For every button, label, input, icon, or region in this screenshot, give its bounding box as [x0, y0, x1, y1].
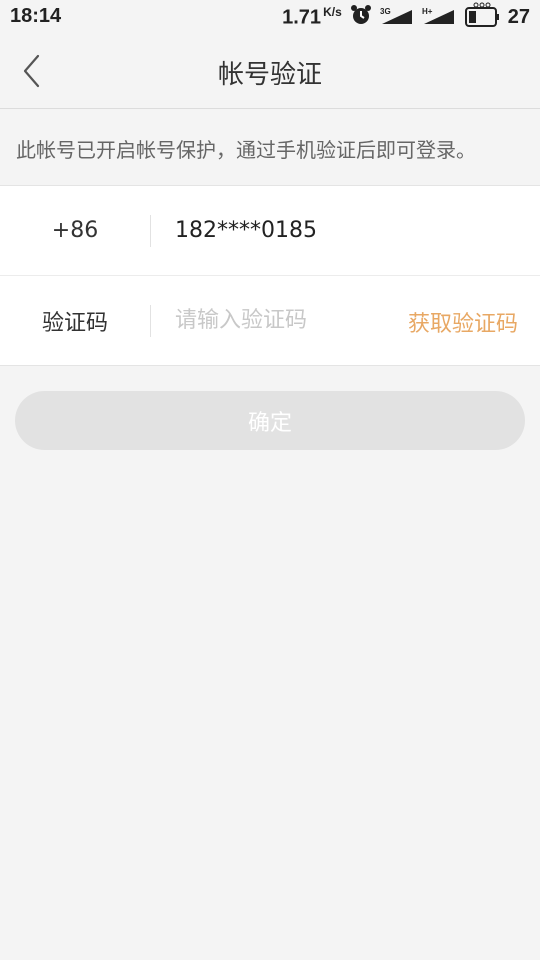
battery-level: 27: [507, 5, 530, 28]
network-speed-unit: K/s: [323, 4, 342, 19]
alarm-icon: [350, 4, 372, 30]
status-bar: 18:14 1.71 K/s 3G H+ 27: [0, 0, 540, 34]
header: 帐号验证: [0, 34, 540, 109]
verification-form: +86 182****0185 验证码 获取验证码: [0, 185, 540, 366]
signal-hplus-icon: H+: [422, 4, 456, 30]
row-divider: [150, 304, 151, 337]
status-icons: 1.71 K/s 3G H+ 27: [282, 2, 530, 32]
code-label: 验证码: [41, 310, 108, 336]
phone-row: +86 182****0185: [0, 186, 540, 275]
confirm-button[interactable]: 确定: [15, 391, 525, 450]
row-divider: [150, 214, 151, 247]
protection-notice: 此帐号已开启帐号保护，通过手机验证后即可登录。: [16, 138, 476, 162]
code-row: 验证码 获取验证码: [0, 275, 540, 365]
battery-icon: [464, 2, 500, 32]
network-speed-value: 1.71: [282, 6, 322, 29]
page-title: 帐号验证: [217, 60, 322, 90]
network-speed: 1.71 K/s: [282, 5, 342, 30]
country-code: +86: [51, 218, 99, 243]
phone-number: 182****0185: [175, 218, 317, 243]
status-time: 18:14: [10, 5, 62, 27]
code-input[interactable]: [175, 308, 380, 333]
get-code-button[interactable]: 获取验证码: [408, 306, 518, 338]
signal-3g-icon: 3G: [380, 4, 414, 30]
signal-hplus-label: H+: [422, 7, 433, 16]
signal-3g-label: 3G: [380, 7, 391, 16]
